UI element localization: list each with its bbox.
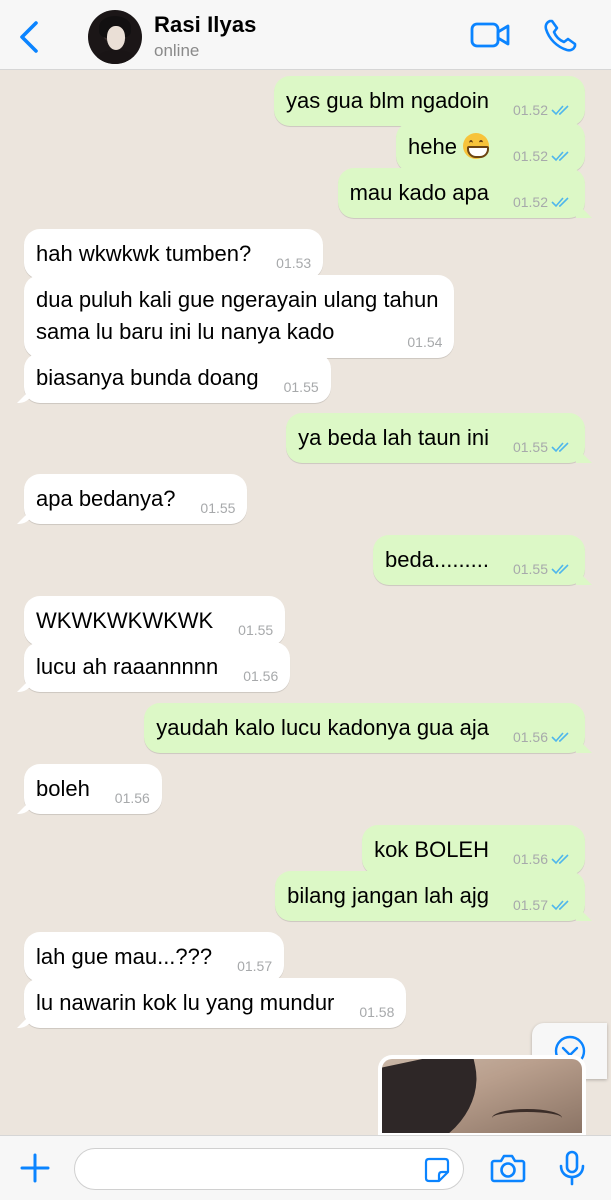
message-time: 01.57 xyxy=(512,897,548,913)
message-bubble[interactable]: hah wkwkwk tumben? 01.53 xyxy=(24,229,324,279)
message-time: 01.52 xyxy=(512,194,548,210)
message-bubble[interactable]: boleh 01.56 xyxy=(24,764,162,814)
message-time: 01.56 xyxy=(114,790,150,806)
message-time: 01.52 xyxy=(512,102,548,118)
read-ticks-icon xyxy=(551,197,569,208)
message-text: beda......... xyxy=(385,547,489,572)
chat-header: Rasi Ilyas online xyxy=(0,0,611,70)
phone-icon[interactable] xyxy=(542,18,578,54)
grinning-face-icon xyxy=(463,133,489,159)
message-text: dua puluh kali gue ngerayain ulang tahun xyxy=(36,287,439,312)
message-time: 01.55 xyxy=(512,439,548,455)
message-time: 01.52 xyxy=(512,148,548,164)
message-text: bilang jangan lah ajg xyxy=(287,883,489,908)
message-text: ya beda lah taun ini xyxy=(298,425,489,450)
message-list[interactable]: yas gua blm ngadoin 01.52 hehe 01.52 mau… xyxy=(0,71,611,1135)
message-text: yaudah kalo lucu kadonya gua aja xyxy=(156,715,489,740)
message-text: lu nawarin kok lu yang mundur xyxy=(36,990,335,1015)
avatar[interactable] xyxy=(88,10,142,64)
message-bubble[interactable]: dua puluh kali gue ngerayain ulang tahun… xyxy=(24,275,455,358)
message-time: 01.55 xyxy=(238,622,274,638)
message-text: mau kado apa xyxy=(349,180,489,205)
message-time: 01.56 xyxy=(243,668,279,684)
message-bubble[interactable]: beda......... 01.55 xyxy=(373,535,585,585)
message-text: WKWKWKWKWK xyxy=(36,608,214,633)
message-text: boleh xyxy=(36,776,90,801)
plus-icon[interactable] xyxy=(18,1151,52,1185)
message-bubble[interactable]: hehe 01.52 xyxy=(396,122,585,172)
message-text: apa bedanya? xyxy=(36,486,176,511)
message-time: 01.55 xyxy=(283,379,319,395)
message-bubble[interactable]: kok BOLEH 01.56 xyxy=(362,825,585,875)
composer-bar xyxy=(0,1135,611,1200)
message-bubble[interactable]: lu nawarin kok lu yang mundur 01.58 xyxy=(24,978,407,1028)
message-text: lah gue mau...??? xyxy=(36,944,213,969)
message-bubble[interactable]: lah gue mau...??? 01.57 xyxy=(24,932,285,982)
message-time: 01.56 xyxy=(512,729,548,745)
message-time: 01.55 xyxy=(200,500,236,516)
sticker-icon[interactable] xyxy=(424,1157,450,1183)
message-text: kok BOLEH xyxy=(374,837,489,862)
video-camera-icon[interactable] xyxy=(470,20,510,50)
message-bubble[interactable]: yas gua blm ngadoin 01.52 xyxy=(273,76,585,126)
contact-status: online xyxy=(154,41,200,60)
message-bubble[interactable]: ya beda lah taun ini 01.55 xyxy=(286,413,585,463)
message-text: hah wkwkwk tumben? xyxy=(36,241,252,266)
message-bubble[interactable]: mau kado apa 01.52 xyxy=(337,168,585,218)
message-time: 01.57 xyxy=(237,958,273,974)
message-time: 01.54 xyxy=(407,334,443,350)
chevron-left-icon[interactable] xyxy=(14,20,44,54)
photo-thumbnail xyxy=(382,1059,582,1133)
message-text: yas gua blm ngadoin xyxy=(285,88,489,113)
message-time: 01.53 xyxy=(276,255,312,271)
message-bubble[interactable]: WKWKWKWKWK 01.55 xyxy=(24,596,286,646)
microphone-icon[interactable] xyxy=(558,1150,586,1186)
message-time: 01.58 xyxy=(359,1004,395,1020)
read-ticks-icon xyxy=(551,900,569,911)
read-ticks-icon xyxy=(551,151,569,162)
message-text: lucu ah raaannnnn xyxy=(36,654,219,679)
read-ticks-icon xyxy=(551,105,569,116)
message-bubble[interactable]: yaudah kalo lucu kadonya gua aja 01.56 xyxy=(144,703,585,753)
message-bubble[interactable]: biasanya bunda doang 01.55 xyxy=(24,353,331,403)
message-bubble[interactable]: bilang jangan lah ajg 01.57 xyxy=(275,871,585,921)
message-text: hehe xyxy=(408,134,457,159)
message-text: sama lu baru ini lu nanya kado xyxy=(36,319,335,344)
read-ticks-icon xyxy=(551,442,569,453)
read-ticks-icon xyxy=(551,854,569,865)
message-time: 01.55 xyxy=(512,561,548,577)
contact-name[interactable]: Rasi Ilyas xyxy=(154,12,257,38)
read-ticks-icon xyxy=(551,564,569,575)
message-bubble[interactable]: apa bedanya? 01.55 xyxy=(24,474,248,524)
photo-message[interactable] xyxy=(378,1055,586,1135)
message-text: biasanya bunda doang xyxy=(36,365,259,390)
camera-icon[interactable] xyxy=(490,1152,526,1184)
read-ticks-icon xyxy=(551,732,569,743)
message-input[interactable] xyxy=(74,1148,464,1190)
message-time: 01.56 xyxy=(512,851,548,867)
message-bubble[interactable]: lucu ah raaannnnn 01.56 xyxy=(24,642,291,692)
